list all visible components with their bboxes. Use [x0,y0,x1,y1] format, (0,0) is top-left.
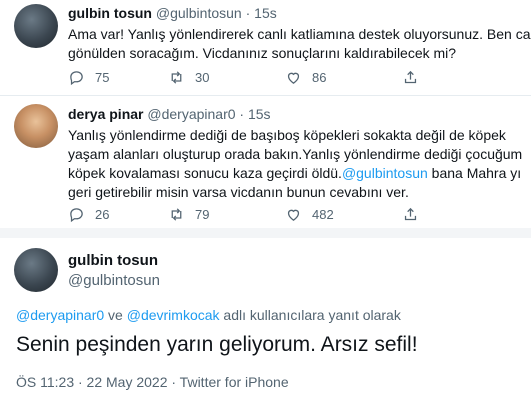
tweet-line: Yanlış yönlendirme dediği de başıboş köp… [68,127,506,143]
avatar[interactable] [14,4,58,48]
reply-icon [70,207,83,222]
mention-link[interactable]: @gulbintosun [342,165,428,181]
tweet-text: Ama var! Yanlış yönlendirerek canlı katl… [68,25,531,63]
author-name[interactable]: gulbin tosun [68,252,158,269]
tweet-line-text: köpek kovalaması sonucu kaza geçirdi öld… [68,165,342,181]
reply-count: 26 [95,206,110,222]
share-button[interactable] [402,206,429,223]
like-icon [287,72,300,84]
main-tweet-text: Senin peşinden yarın geliyorum. Arsız se… [16,333,418,356]
replying-to: @deryapinar0 ve @devrimkocak adlı kullan… [16,307,401,323]
reply-icon [70,70,83,85]
dot-separator: · [239,106,245,122]
share-button[interactable] [402,69,429,86]
author-handle[interactable]: @deryapinar0 [147,106,235,122]
like-count: 86 [312,69,327,85]
action-bar: 26 79 482 [68,204,448,224]
retweet-button[interactable]: 79 [168,206,285,223]
reply-count: 75 [95,69,110,85]
author-handle[interactable]: @gulbintosun [68,272,160,289]
mention-link[interactable]: @deryapinar0 [16,307,104,323]
mention-link[interactable]: @devrimkocak [127,307,220,323]
retweet-icon [171,207,182,221]
like-icon [287,209,300,221]
action-bar: 75 30 86 [68,67,448,87]
dot-separator: · [245,5,251,21]
author-handle[interactable]: @gulbintosun [156,5,242,21]
retweet-icon [171,70,182,84]
avatar[interactable] [14,248,58,292]
timestamp[interactable]: 15s [254,5,277,21]
like-button[interactable]: 482 [285,206,402,223]
reply-suffix: adlı kullanıcılara yanıt olarak [219,307,401,323]
share-icon [404,70,417,83]
tweet-line: geri getirebilir misin varsa vicdanın bu… [68,184,409,200]
tweet-meta[interactable]: ÖS 11:23 · 22 May 2022 · Twitter for iPh… [16,374,289,390]
tweet-text: Yanlış yönlendirme dediği de başıboş köp… [68,126,522,202]
main-tweet: gulbin tosun @gulbintosun @deryapinar0 v… [0,238,531,400]
tweet-line: yaşam alanları oluşturup orada bakın.Yan… [68,146,523,162]
timestamp[interactable]: 15s [248,106,271,122]
like-count: 482 [312,206,334,222]
tweet-2[interactable]: derya pinar @deryapinar0 · 15s Yanlış yö… [0,96,531,226]
tweet-1[interactable]: gulbin tosun @gulbintosun · 15s Ama var!… [0,0,531,94]
retweet-count: 79 [195,206,210,222]
like-button[interactable]: 86 [285,69,402,86]
avatar[interactable] [14,104,58,148]
tweet-line: gönülden soracağım. Vicdanınız sonuçları… [68,45,457,61]
tweet-line: köpek kovalaması sonucu kaza geçirdi öld… [68,164,522,183]
tweet-line: Ama var! Yanlış yönlendirerek canlı katl… [68,26,531,42]
retweet-count: 30 [195,69,210,85]
retweet-button[interactable]: 30 [168,69,285,86]
reply-button[interactable]: 26 [68,206,168,223]
tweet-line-text: bana Mahra yı [427,165,522,181]
reply-connector: ve [104,307,127,323]
author-name[interactable]: gulbin tosun [68,5,152,21]
author-name[interactable]: derya pinar [68,106,143,122]
share-icon [404,207,417,220]
section-divider [0,228,531,238]
reply-button[interactable]: 75 [68,69,168,86]
